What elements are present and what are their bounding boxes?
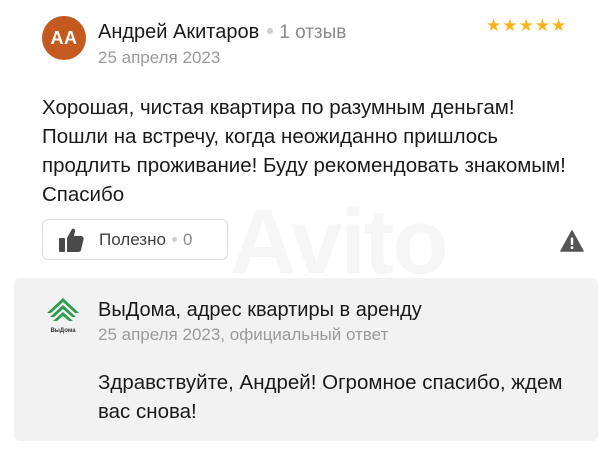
separator-dot [171,237,177,242]
company-logo[interactable]: ВыДома [46,296,80,338]
rating-stars: ★★★★★ [486,16,568,35]
avatar[interactable]: АА [42,16,86,60]
separator-dot [267,27,274,34]
review-text: Хорошая, чистая квартира по разумным ден… [42,96,566,206]
useful-count: 0 [182,229,193,249]
reply-meta: 25 апреля 2023, официальный ответ [98,325,389,344]
logo-text: ВыДома [50,328,76,334]
author-line: Андрей Акитаров 1 отзыв [98,21,346,44]
reply-text: Здравствуйте, Андрей! Огромное спасибо, … [98,371,563,423]
useful-button[interactable]: Полезно 0 [42,219,228,260]
author-name[interactable]: Андрей Акитаров [98,21,259,43]
review-date: 25 апреля 2023 [98,48,221,67]
reply-company-name[interactable]: ВыДома, адрес квартиры в аренду [98,299,422,322]
thumbs-up-icon [59,228,84,252]
reviews-count[interactable]: 1 отзыв [279,22,346,43]
useful-label: Полезно [99,229,166,249]
warning-icon[interactable] [560,230,584,252]
